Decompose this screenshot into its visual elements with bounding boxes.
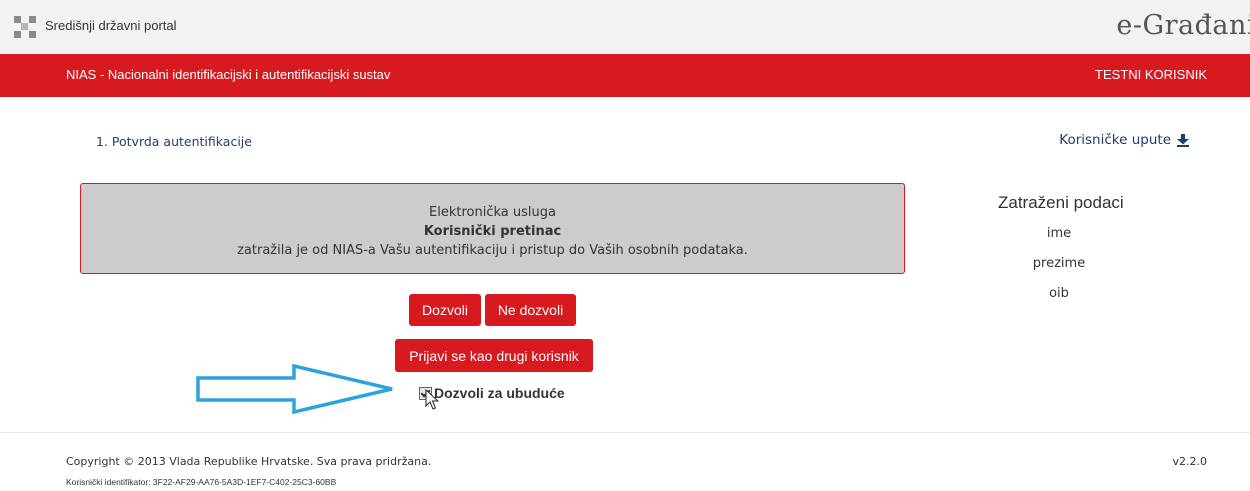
notice-line-1: Elektronička usluga [429,205,556,220]
portal-name-link[interactable]: Središnji državni portal [45,18,177,33]
requested-item: ime [1046,226,1072,241]
service-title: NIAS - Nacionalni identifikacijski i aut… [66,67,391,82]
top-bar: Središnji državni portal e-Građani [0,0,1250,55]
service-bar: NIAS - Nacionalni identifikacijski i aut… [0,54,1250,97]
step-title: 1. Potvrda autentifikacije [96,134,252,149]
user-identifier: Korisnički identifikator: 3F22-AF29-AA76… [66,477,337,487]
service-name: Korisnički pretinac [423,224,562,239]
mouse-cursor-icon [425,389,439,410]
allow-button[interactable]: Dozvoli [409,294,481,326]
annotation-arrow-icon [196,364,393,414]
user-guide-link[interactable]: Korisničke upute [1059,132,1189,148]
version-text: v2.2.0 [1172,455,1208,468]
requested-item: oib [1049,286,1069,301]
login-as-other-user-button[interactable]: Prijavi se kao drugi korisnik [395,339,593,372]
brand-title: e-Građani [1116,10,1250,41]
portal-logo-icon[interactable] [14,16,36,38]
requested-data-heading: Zatraženi podaci [998,193,1124,212]
requested-item: prezime [1032,256,1086,271]
remember-label: Dozvoli za ubuduće [434,385,565,401]
notice-line-3: zatražila je od NIAS-a Vašu autentifikac… [237,243,748,258]
user-guide-label: Korisničke upute [1059,132,1171,148]
footer-divider [0,432,1250,433]
deny-button[interactable]: Ne dozvoli [485,294,576,326]
copyright-text: Copyright © 2013 Vlada Republike Hrvatsk… [66,455,432,468]
requested-data-panel: Zatraženi podaci ime prezime oib [998,193,1148,301]
remember-consent[interactable]: Dozvoli za ubuduće [419,385,565,401]
service-request-notice: Elektronička usluga Korisnički pretinac … [80,183,905,274]
user-name[interactable]: TESTNI KORISNIK [1095,67,1207,82]
download-icon [1177,133,1189,147]
